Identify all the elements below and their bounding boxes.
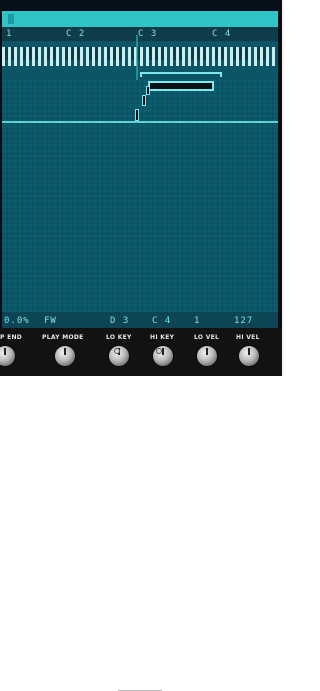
white-key[interactable] <box>38 47 41 66</box>
hi-vel-knob[interactable] <box>238 345 260 367</box>
editor-bezel: 1 C 2 C 3 C 4 0.0% FW D 3 C 4 1 127 <box>0 0 282 376</box>
sample-zone-editor: 1 C 2 C 3 C 4 0.0% FW D 3 C 4 1 127 P EN… <box>0 0 284 691</box>
hi-key-socket <box>156 348 162 354</box>
white-key[interactable] <box>56 47 59 66</box>
zone-grid[interactable] <box>2 78 278 312</box>
white-key[interactable] <box>14 47 17 66</box>
header-marker <box>8 14 14 24</box>
hi-vel-value: 127 <box>234 316 254 326</box>
p-end-knob[interactable] <box>0 345 16 367</box>
octave-label-c4: C 4 <box>212 29 232 39</box>
white-key[interactable] <box>206 47 209 66</box>
octave-label-c3: C 3 <box>138 29 158 39</box>
zone-handle-top[interactable] <box>146 86 150 95</box>
white-key[interactable] <box>182 47 185 66</box>
octave-label-c1: 1 <box>6 29 13 39</box>
knob-label-hi-vel: HI VEL <box>236 334 260 341</box>
knob-label-lo-key: LO KEY <box>106 334 132 341</box>
octave-label-c2: C 2 <box>66 29 86 39</box>
white-key[interactable] <box>140 47 143 66</box>
pct-value: 0.0% <box>4 316 30 326</box>
knob-panel: P END PLAY MODE LO KEY HI KEY LO VEL HI … <box>0 328 282 691</box>
play-mode-knob[interactable] <box>54 345 76 367</box>
white-key[interactable] <box>266 47 269 66</box>
hi-key-knob[interactable] <box>152 345 174 367</box>
lo-vel-knob[interactable] <box>196 345 218 367</box>
root-key-marker <box>136 35 138 80</box>
white-key[interactable] <box>122 47 125 66</box>
key-range-zone[interactable] <box>148 81 214 91</box>
white-key[interactable] <box>80 47 83 66</box>
zone-handle-bottom[interactable] <box>135 109 139 121</box>
lo-key-value: D 3 <box>110 316 130 326</box>
knob-label-play-mode: PLAY MODE <box>42 334 84 341</box>
white-key[interactable] <box>248 47 251 66</box>
knob-label-lo-vel: LO VEL <box>194 334 220 341</box>
hi-key-value: C 4 <box>152 316 172 326</box>
white-key[interactable] <box>224 47 227 66</box>
lo-vel-value: 1 <box>194 316 201 326</box>
zone-status-row: 0.0% FW D 3 C 4 1 127 <box>2 312 278 328</box>
knob-label-hi-key: HI KEY <box>150 334 175 341</box>
lo-key-socket <box>114 348 120 354</box>
white-key[interactable] <box>164 47 167 66</box>
zone-handle-mid[interactable] <box>142 95 146 106</box>
key-range-bracket[interactable] <box>140 72 222 77</box>
octave-ruler: 1 C 2 C 3 C 4 <box>2 27 278 41</box>
play-mode-value: FW <box>44 316 57 326</box>
white-key[interactable] <box>98 47 101 66</box>
velocity-boundary-line[interactable] <box>2 121 278 123</box>
zone-header-bar[interactable] <box>2 11 278 27</box>
white-key[interactable] <box>272 47 275 66</box>
piano-keyboard[interactable] <box>2 41 278 68</box>
knob-label-p-end: P END <box>0 334 23 341</box>
